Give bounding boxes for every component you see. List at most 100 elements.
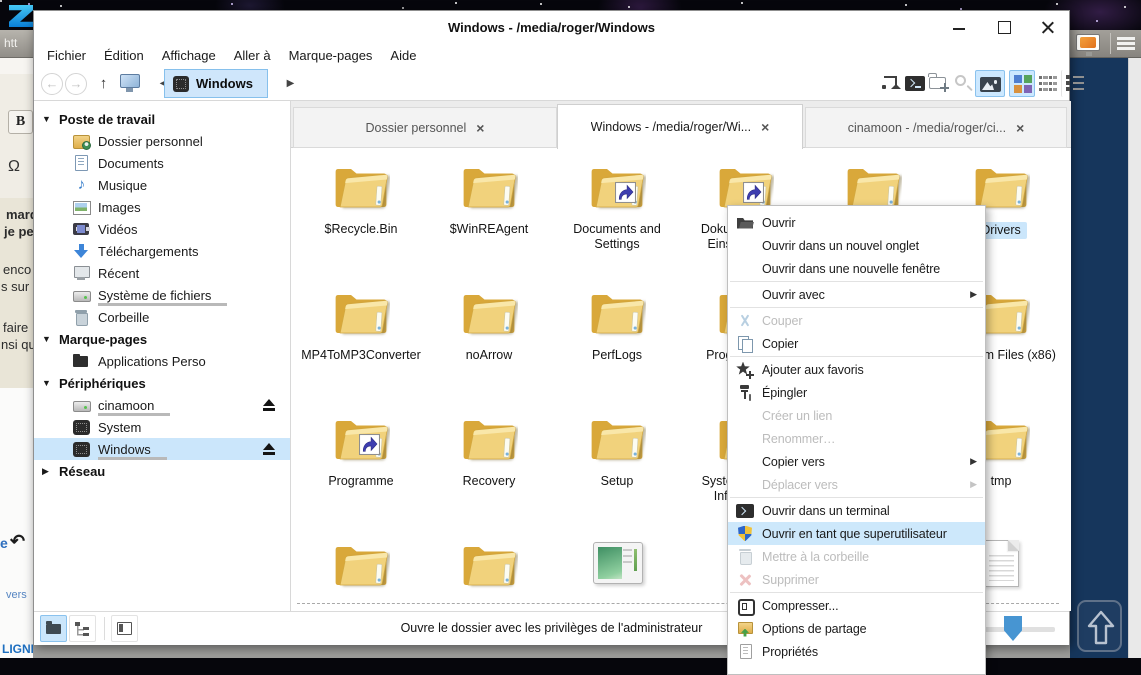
context-menu-item[interactable]: Couper (728, 309, 985, 332)
sidebar-item[interactable]: Images (34, 196, 290, 218)
file-item[interactable]: Programme (297, 408, 425, 530)
show-thumbnails-button[interactable] (975, 70, 1005, 97)
tab-close-icon[interactable]: × (761, 119, 769, 135)
browser-scrollbar[interactable] (1128, 58, 1141, 658)
sidebar-item[interactable]: Corbeille (34, 306, 290, 328)
eject-icon[interactable] (262, 442, 276, 455)
menubar-item[interactable]: Marque-pages (280, 45, 382, 67)
bold-button-fragment[interactable]: B (8, 110, 33, 134)
context-menu-item[interactable]: Supprimer (728, 568, 985, 591)
back-button[interactable]: ← (41, 73, 63, 95)
tab-close-icon[interactable]: × (476, 120, 484, 136)
sidebar-item[interactable]: ♪ Musique (34, 174, 290, 196)
go-to-location-button[interactable] (879, 70, 904, 97)
context-menu-item[interactable]: Renommer… (728, 427, 985, 450)
omega-button-fragment[interactable]: Ω (8, 158, 20, 176)
screencast-rss-icon[interactable] (1076, 34, 1100, 51)
titlebar[interactable]: Windows - /media/roger/Windows (34, 11, 1069, 45)
sidebar-item[interactable]: Documents (34, 152, 290, 174)
file-item[interactable]: $WinREAgent (425, 156, 553, 278)
back-to-top-button[interactable] (1077, 600, 1122, 652)
path-button[interactable]: Windows (164, 69, 268, 98)
sidebar-item[interactable]: Dossier personnel (34, 130, 290, 152)
context-menu-item[interactable]: Ouvrir dans un terminal (728, 499, 985, 522)
menu-item-icon (736, 260, 754, 278)
file-item[interactable]: Recovery (425, 408, 553, 530)
tab[interactable]: Windows - /media/roger/Wi... × (557, 104, 803, 149)
menubar-item[interactable]: Aller à (225, 45, 280, 67)
icon-view-button[interactable] (1009, 70, 1035, 97)
tab[interactable]: Dossier personnel × (293, 107, 557, 148)
file-item[interactable]: PerfLogs (553, 282, 681, 404)
file-item[interactable]: MP4ToMP3Converter (297, 282, 425, 404)
forward-button[interactable]: → (65, 73, 87, 95)
file-item[interactable]: Documents and Settings (553, 156, 681, 278)
sidebar-item-icon (73, 155, 90, 171)
context-menu-item[interactable]: Ajouter aux favoris (728, 358, 985, 381)
reply-link-fragment[interactable]: e (0, 535, 8, 551)
context-menu-item[interactable]: Copier (728, 332, 985, 355)
sidebar-item[interactable]: Récent (34, 262, 290, 284)
tab-close-icon[interactable]: × (1016, 120, 1024, 136)
sidebar: ▼ Poste de travail Dossier personnel Doc… (34, 101, 291, 611)
section-label: Périphériques (59, 376, 146, 391)
sidebar-item[interactable]: System (34, 416, 290, 438)
file-item[interactable]: Setup (553, 408, 681, 530)
context-menu-item[interactable]: Mettre à la corbeille (728, 545, 985, 568)
sidebar-section-header[interactable]: ▼ Périphériques (34, 372, 290, 394)
zoom-slider-handle[interactable] (1004, 616, 1022, 641)
menubar-item[interactable]: Fichier (38, 45, 95, 67)
link-fragment[interactable]: vers (6, 589, 27, 601)
sidebar-item[interactable]: Système de fichiers (34, 284, 290, 306)
menubar-item[interactable]: Édition (95, 45, 153, 67)
context-menu-item[interactable]: Déplacer vers ▶ (728, 473, 985, 496)
hamburger-menu-icon[interactable] (1117, 37, 1135, 51)
file-item[interactable]: noArrow (425, 282, 553, 404)
file-item[interactable] (425, 534, 553, 611)
open-terminal-button[interactable] (903, 70, 928, 97)
minimize-button[interactable] (937, 11, 981, 43)
sidebar-item[interactable]: Applications Perso (34, 350, 290, 372)
context-menu-item[interactable]: Ouvrir avec ▶ (728, 283, 985, 306)
sidebar-item[interactable]: Téléchargements (34, 240, 290, 262)
context-menu-item[interactable]: Épingler (728, 381, 985, 404)
file-icon (297, 282, 425, 346)
new-folder-button[interactable] (927, 70, 952, 97)
places-button[interactable] (118, 70, 143, 97)
context-menu-item[interactable]: Ouvrir dans une nouvelle fenêtre (728, 257, 985, 280)
context-menu-item[interactable]: Ouvrir (728, 211, 985, 234)
context-menu-item[interactable]: Compresser... (728, 594, 985, 617)
file-item[interactable] (553, 534, 681, 611)
maximize-button[interactable] (982, 11, 1026, 43)
file-item[interactable]: $Recycle.Bin (297, 156, 425, 278)
context-menu-item[interactable]: Copier vers ▶ (728, 450, 985, 473)
sidebar-section-header[interactable]: ▶ Réseau (34, 460, 290, 482)
path-scroll-right-button[interactable]: ▶ (278, 70, 303, 97)
sidebar-section-header[interactable]: ▼ Marque-pages (34, 328, 290, 350)
menu-item-label: Options de partage (762, 622, 867, 636)
tab[interactable]: cinamoon - /media/roger/ci... × (805, 107, 1067, 148)
sidebar-item[interactable]: Windows (34, 438, 290, 460)
context-menu-item[interactable]: Options de partage (728, 617, 985, 640)
page-text-fragment: faire (3, 320, 28, 335)
search-button[interactable] (951, 70, 976, 97)
document-file-icon (983, 540, 1019, 587)
sidebar-item-label: Documents (98, 156, 164, 171)
file-item[interactable] (297, 534, 425, 611)
eject-icon[interactable] (262, 398, 276, 411)
compact-view-button[interactable] (1035, 70, 1061, 97)
context-menu-item[interactable]: Créer un lien (728, 404, 985, 427)
context-menu-item[interactable]: Ouvrir en tant que superutilisateur (728, 522, 985, 545)
close-button[interactable] (1026, 11, 1070, 43)
menu-item-icon (736, 214, 754, 232)
online-status-fragment: LIGNE (2, 642, 33, 656)
context-menu-item[interactable]: Ouvrir dans un nouvel onglet (728, 234, 985, 257)
menubar-item[interactable]: Aide (381, 45, 425, 67)
sidebar-item[interactable]: Vidéos (34, 218, 290, 240)
menubar-item[interactable]: Affichage (153, 45, 225, 67)
up-button[interactable]: ↑ (91, 70, 116, 97)
sidebar-item[interactable]: cinamoon (34, 394, 290, 416)
context-menu-item[interactable]: Propriétés (728, 640, 985, 663)
detailed-view-button[interactable] (1061, 70, 1087, 97)
sidebar-section-header[interactable]: ▼ Poste de travail (34, 108, 290, 130)
